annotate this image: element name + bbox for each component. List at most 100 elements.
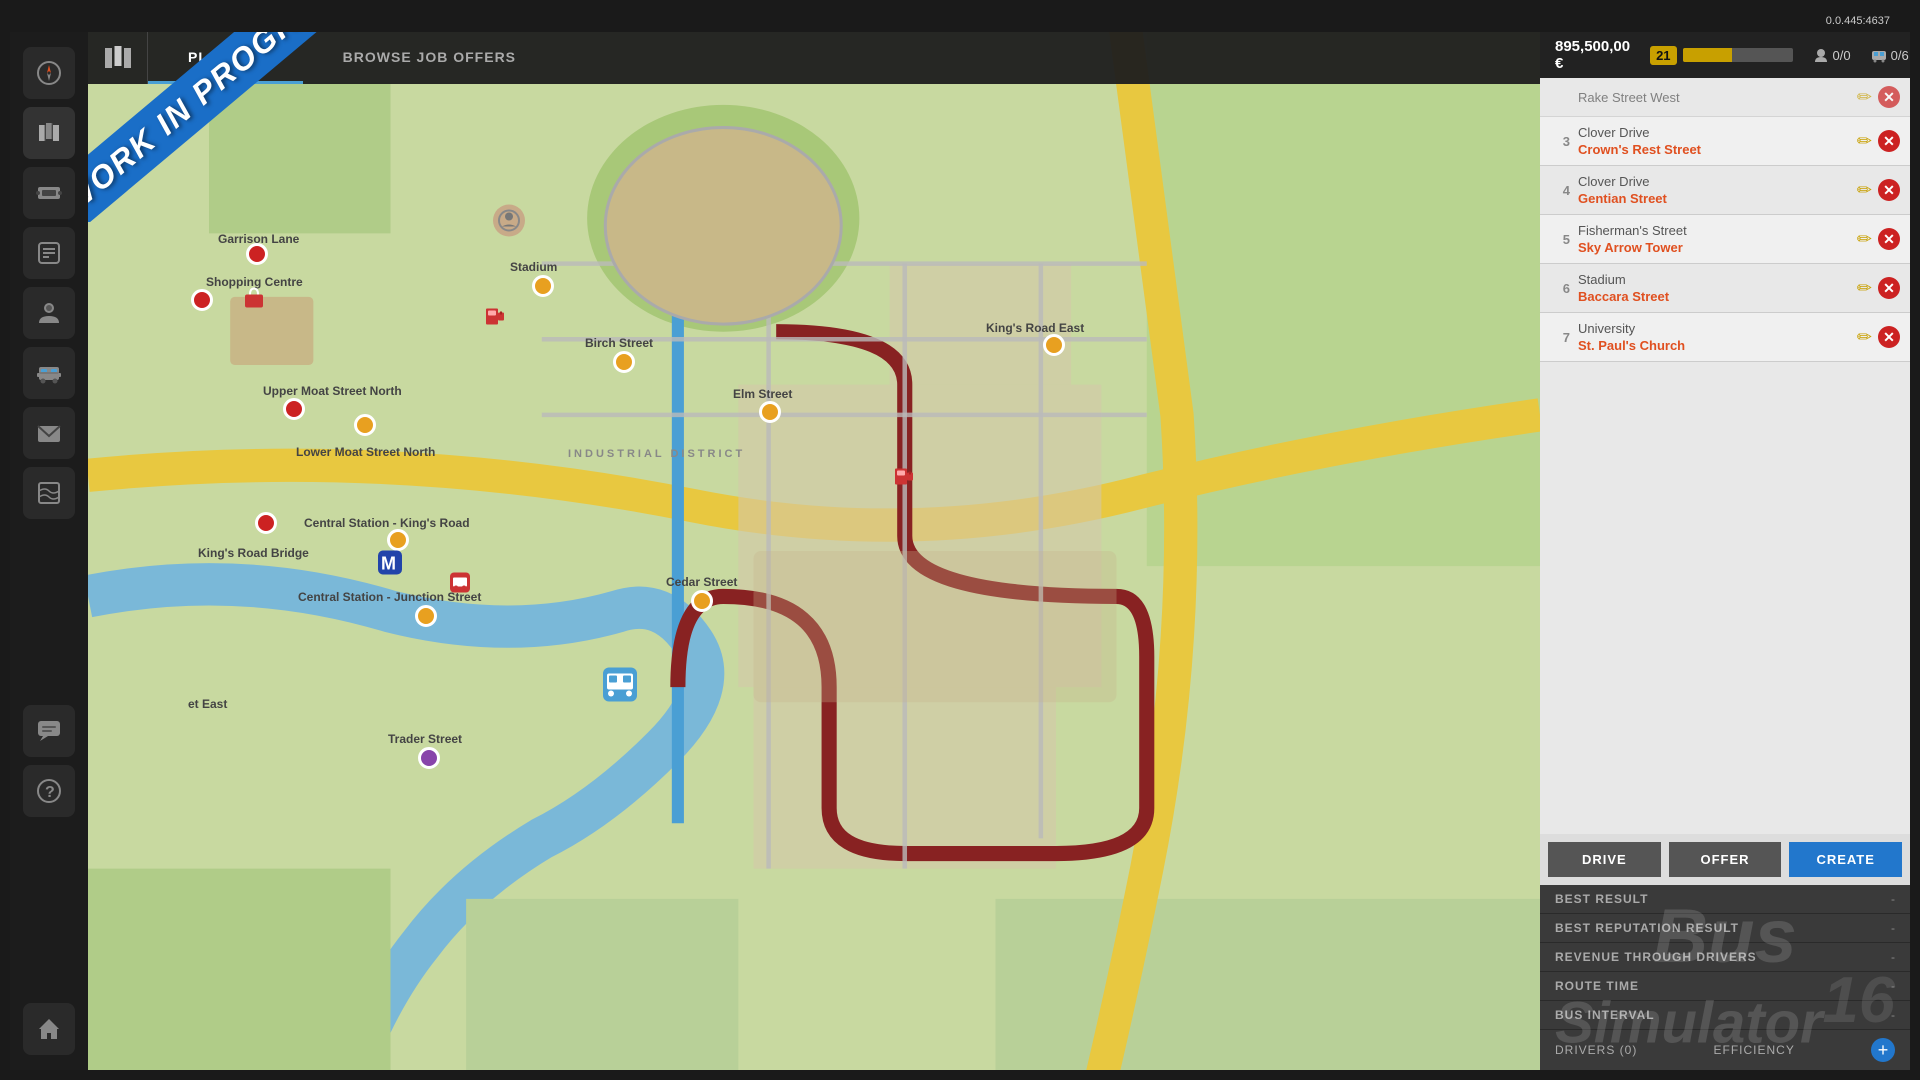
route-item-3[interactable]: 3 Clover Drive Crown's Rest Street ✏ ✕: [1540, 117, 1910, 166]
sidebar-icon-home[interactable]: [23, 1003, 75, 1055]
offer-button[interactable]: OFFER: [1669, 842, 1782, 877]
sidebar-icon-map2[interactable]: [23, 467, 75, 519]
stop-garrison[interactable]: [246, 243, 268, 265]
stop-birch[interactable]: [613, 351, 635, 373]
xp-bar: [1683, 48, 1793, 62]
poi-metro: M: [376, 549, 404, 582]
route-time-label: ROUTE TIME: [1555, 979, 1639, 993]
route-to-4: Gentian Street: [1578, 191, 1849, 206]
sidebar-icon-chat[interactable]: [23, 705, 75, 757]
del-btn-3[interactable]: ✕: [1878, 130, 1900, 152]
map-svg: [88, 32, 1540, 1070]
sidebar-icon-ticket[interactable]: [23, 167, 75, 219]
stop-shopping[interactable]: [191, 289, 213, 311]
stats-bar: 895,500,00 € 21 0/0 0/6: [1540, 32, 1910, 78]
edit-btn-3[interactable]: ✏: [1857, 132, 1872, 150]
route-num-4: 4: [1550, 183, 1570, 198]
sidebar-icon-mail[interactable]: [23, 407, 75, 459]
edit-btn-6[interactable]: ✏: [1857, 279, 1872, 297]
route-item-7[interactable]: 7 University St. Paul's Church ✏ ✕: [1540, 313, 1910, 362]
route-actions-rake: ✏ ✕: [1857, 86, 1900, 108]
stop-kings-east[interactable]: [1043, 334, 1065, 356]
stop-stadium[interactable]: [532, 275, 554, 297]
poi-gas-station-2: [892, 465, 916, 494]
route-actions-4: ✏ ✕: [1857, 179, 1900, 201]
edit-btn-4[interactable]: ✏: [1857, 181, 1872, 199]
route-actions-6: ✏ ✕: [1857, 277, 1900, 299]
route-to-6: Baccara Street: [1578, 289, 1849, 304]
del-btn-7[interactable]: ✕: [1878, 326, 1900, 348]
poi-bus-route: [448, 571, 472, 600]
tab-browse[interactable]: BROWSE JOB OFFERS: [303, 32, 556, 84]
edit-btn-5[interactable]: ✏: [1857, 230, 1872, 248]
tab-planner[interactable]: PLANNER: [148, 32, 303, 84]
poi-gas-station: [483, 305, 507, 334]
tab-map-icon[interactable]: [88, 32, 148, 84]
route-actions-5: ✏ ✕: [1857, 228, 1900, 250]
route-streets-5: Fisherman's Street Sky Arrow Tower: [1578, 223, 1849, 255]
drive-button[interactable]: DRIVE: [1548, 842, 1661, 877]
sidebar-icon-map[interactable]: [23, 107, 75, 159]
edit-btn-7[interactable]: ✏: [1857, 328, 1872, 346]
route-from-5: Fisherman's Street: [1578, 223, 1849, 238]
add-driver-button[interactable]: +: [1871, 1038, 1895, 1062]
route-num-7: 7: [1550, 330, 1570, 345]
stat-row-route-time: ROUTE TIME -: [1540, 972, 1910, 1001]
stop-elm[interactable]: [759, 401, 781, 423]
route-num-3: 3: [1550, 134, 1570, 149]
edit-btn-rake[interactable]: ✏: [1857, 88, 1872, 106]
bus-interval-label: BUS INTERVAL: [1555, 1008, 1655, 1022]
efficiency-label: EFFICIENCY: [1714, 1043, 1795, 1057]
route-item-4[interactable]: 4 Clover Drive Gentian Street ✏ ✕: [1540, 166, 1910, 215]
top-status-bar: 0.0.445:4637: [10, 10, 1910, 32]
best-result-label: BEST RESULT: [1555, 892, 1648, 906]
version-text: 0.0.445:4637: [1826, 15, 1890, 27]
route-streets-7: University St. Paul's Church: [1578, 321, 1849, 353]
route-streets-3: Clover Drive Crown's Rest Street: [1578, 125, 1849, 157]
revenue-label: REVENUE THROUGH DRIVERS: [1555, 950, 1757, 964]
route-num-5: 5: [1550, 232, 1570, 247]
best-rep-value: -: [1891, 921, 1895, 935]
stop-trader[interactable]: [418, 747, 440, 769]
stat-row-bus-interval: BUS INTERVAL -: [1540, 1001, 1910, 1030]
route-list[interactable]: Rake Street West ✏ ✕ 3 Clover Drive Crow…: [1540, 78, 1910, 834]
sidebar-icon-compass[interactable]: [23, 47, 75, 99]
stop-central-kings-red[interactable]: [255, 512, 277, 534]
route-streets-4: Clover Drive Gentian Street: [1578, 174, 1849, 206]
route-from-6: Stadium: [1578, 272, 1849, 287]
map-area[interactable]: PLANNER BROWSE JOB OFFERS WORK IN PROGRE…: [88, 32, 1540, 1070]
route-actions-7: ✏ ✕: [1857, 326, 1900, 348]
sidebar-icon-routes[interactable]: [23, 227, 75, 279]
stop-cedar[interactable]: [691, 590, 713, 612]
route-to-7: St. Paul's Church: [1578, 338, 1849, 353]
route-from-7: University: [1578, 321, 1849, 336]
route-item-rake[interactable]: Rake Street West ✏ ✕: [1540, 78, 1910, 117]
sidebar-icon-question[interactable]: ?: [23, 765, 75, 817]
route-from-rake: Rake Street West: [1578, 90, 1849, 105]
sidebar-icon-person[interactable]: [23, 287, 75, 339]
revenue-value: -: [1891, 950, 1895, 964]
poi-shopping: [241, 285, 267, 316]
stat-row-best-result: BEST RESULT -: [1540, 885, 1910, 914]
create-button[interactable]: CREATE: [1789, 842, 1902, 877]
stop-lower-moat[interactable]: [354, 414, 376, 436]
del-btn-4[interactable]: ✕: [1878, 179, 1900, 201]
route-item-5[interactable]: 5 Fisherman's Street Sky Arrow Tower ✏ ✕: [1540, 215, 1910, 264]
bus-interval-value: -: [1891, 1008, 1895, 1022]
drivers-label: DRIVERS (0): [1555, 1043, 1637, 1057]
route-time-value: -: [1891, 979, 1895, 993]
drivers-stat: 0/0: [1813, 47, 1851, 63]
poi-bus-on-map: [599, 664, 641, 711]
route-item-6[interactable]: 6 Stadium Baccara Street ✏ ✕: [1540, 264, 1910, 313]
buses-stat: 0/6: [1871, 47, 1909, 63]
stats-section: BEST RESULT - BEST REPUTATION RESULT - R…: [1540, 885, 1910, 1030]
stop-upper-moat[interactable]: [283, 398, 305, 420]
sidebar-icon-bus[interactable]: [23, 347, 75, 399]
del-btn-6[interactable]: ✕: [1878, 277, 1900, 299]
stop-junction[interactable]: [415, 605, 437, 627]
del-btn-rake[interactable]: ✕: [1878, 86, 1900, 108]
action-buttons: DRIVE OFFER CREATE: [1540, 834, 1910, 885]
del-btn-5[interactable]: ✕: [1878, 228, 1900, 250]
route-from-4: Clover Drive: [1578, 174, 1849, 189]
best-rep-label: BEST REPUTATION RESULT: [1555, 921, 1739, 935]
